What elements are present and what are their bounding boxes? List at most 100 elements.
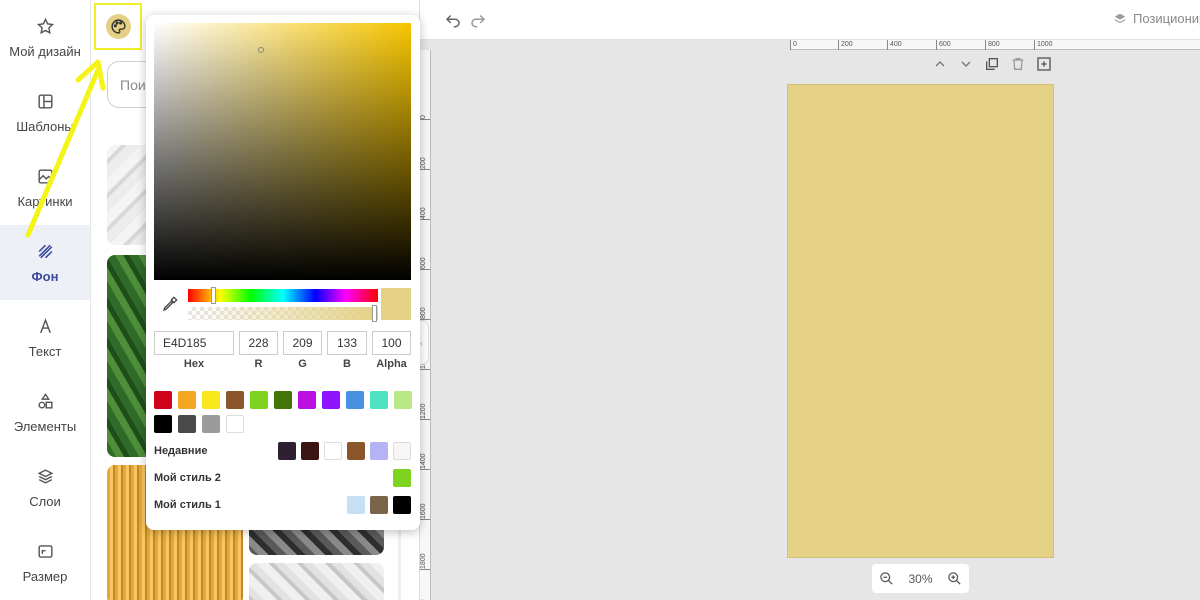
preset-color-swatch[interactable] xyxy=(226,391,244,409)
undo-icon[interactable] xyxy=(444,11,462,29)
layers-icon xyxy=(37,468,53,484)
recent-color-swatch[interactable] xyxy=(278,442,296,460)
preset-color-swatch[interactable] xyxy=(298,391,316,409)
zoom-out-icon[interactable] xyxy=(879,571,894,586)
ruler-tick: 800 xyxy=(985,40,1000,50)
move-down-icon[interactable] xyxy=(958,56,974,72)
preset-color-swatch[interactable] xyxy=(346,391,364,409)
color-palette-button[interactable] xyxy=(105,14,131,39)
my-style-2-swatch[interactable] xyxy=(393,469,411,487)
ruler-tick: 800 xyxy=(420,286,430,320)
my-style-2-label: Мой стиль 2 xyxy=(154,472,221,484)
recent-color-swatch[interactable] xyxy=(370,442,388,460)
b-input[interactable]: 133 xyxy=(327,331,367,355)
sidebar-item-elements[interactable]: Элементы xyxy=(0,375,90,450)
ruler-tick: 1600 xyxy=(420,486,430,520)
sidebar-item-label: Картинки xyxy=(17,193,73,209)
ruler-tick: 1400 xyxy=(420,436,430,470)
alpha-input[interactable]: 100 xyxy=(372,331,411,355)
sidebar-item-label: Слои xyxy=(29,493,61,509)
sidebar-item-label: Элементы xyxy=(13,418,77,434)
saturation-cursor[interactable] xyxy=(258,47,264,53)
delete-page-icon[interactable] xyxy=(1010,56,1026,72)
sidebar-item-background[interactable]: Фон xyxy=(0,225,90,300)
ruler-tick: 200 xyxy=(420,136,430,170)
sidebar-item-my-design[interactable]: Мой дизайн xyxy=(0,0,90,75)
star-icon xyxy=(36,17,54,34)
alpha-input-value: 100 xyxy=(381,336,402,350)
ruler-tick: 400 xyxy=(887,40,902,50)
duplicate-page-icon[interactable] xyxy=(984,56,1000,72)
hex-label: Hex xyxy=(183,358,205,370)
positioning-button[interactable]: Позиционир xyxy=(1113,11,1200,26)
positioning-label: Позиционир xyxy=(1133,11,1200,26)
r-input[interactable]: 228 xyxy=(239,331,278,355)
g-input[interactable]: 209 xyxy=(283,331,322,355)
preset-color-swatch[interactable] xyxy=(226,415,244,433)
redo-icon[interactable] xyxy=(469,11,487,29)
preset-color-swatch[interactable] xyxy=(202,415,220,433)
ruler-tick: 1800 xyxy=(420,536,430,570)
eyedropper-icon[interactable] xyxy=(162,296,178,312)
sidebar-item-label: Размер xyxy=(22,568,68,584)
my-style-1-label: Мой стиль 1 xyxy=(154,499,221,511)
hex-input[interactable]: E4D185 xyxy=(154,331,234,355)
preset-color-swatch[interactable] xyxy=(274,391,292,409)
add-page-icon[interactable] xyxy=(1036,56,1052,72)
zoom-in-icon[interactable] xyxy=(947,571,962,586)
text-icon xyxy=(39,317,51,333)
recent-color-swatch[interactable] xyxy=(347,442,365,460)
sidebar-item-size[interactable]: Размер xyxy=(0,525,90,600)
hex-input-value: E4D185 xyxy=(163,336,207,350)
my-style-1-swatch[interactable] xyxy=(393,496,411,514)
g-input-value: 209 xyxy=(292,336,313,350)
sidebar-item-layers[interactable]: Слои xyxy=(0,450,90,525)
ruler-tick: 2000 xyxy=(420,582,430,600)
b-input-value: 133 xyxy=(336,336,358,350)
preset-color-swatch[interactable] xyxy=(370,391,388,409)
canvas-workspace: 0 200 400 600 800 1000 0 200 400 600 800… xyxy=(420,40,1200,600)
hue-slider[interactable] xyxy=(188,287,378,304)
ruler-tick: 200 xyxy=(838,40,853,50)
sidebar-item-label: Мой дизайн xyxy=(9,43,81,59)
preset-color-swatch[interactable] xyxy=(202,391,220,409)
top-toolbar: Позиционир xyxy=(420,0,1200,40)
color-preview xyxy=(381,288,411,320)
preset-color-swatch[interactable] xyxy=(154,415,172,433)
r-input-value: 228 xyxy=(248,336,269,350)
saturation-value-area[interactable] xyxy=(154,23,411,280)
preset-color-swatch[interactable] xyxy=(394,391,412,409)
recent-color-swatch[interactable] xyxy=(324,442,342,460)
ruler-tick: 0 xyxy=(420,86,430,120)
background-thumbnail-cubes[interactable] xyxy=(249,563,384,600)
recent-color-swatch[interactable] xyxy=(393,442,411,460)
sidebar-item-label: Текст xyxy=(28,343,62,359)
alpha-slider-handle[interactable] xyxy=(372,305,377,322)
ruler-tick: 600 xyxy=(420,236,430,270)
preset-color-swatch[interactable] xyxy=(250,391,268,409)
resize-icon xyxy=(37,544,53,558)
recent-color-swatch[interactable] xyxy=(301,442,319,460)
sidebar-item-images[interactable]: Картинки xyxy=(0,150,90,225)
ruler-tick: 1000 xyxy=(1034,40,1053,50)
move-up-icon[interactable] xyxy=(932,56,948,72)
preset-color-swatch[interactable] xyxy=(178,415,196,433)
hue-slider-handle[interactable] xyxy=(211,287,216,304)
my-style-1-swatch[interactable] xyxy=(370,496,388,514)
preset-color-swatch[interactable] xyxy=(322,391,340,409)
ruler-tick: 0 xyxy=(790,40,797,50)
preset-color-swatch[interactable] xyxy=(154,391,172,409)
zoom-controls: 30% xyxy=(872,564,969,593)
design-canvas-page[interactable] xyxy=(787,84,1054,558)
ruler-tick: 600 xyxy=(936,40,951,50)
sidebar-item-label: Шаблоны xyxy=(16,118,74,134)
alpha-slider[interactable] xyxy=(188,305,378,322)
palette-icon xyxy=(110,19,126,34)
my-style-1-swatch[interactable] xyxy=(347,496,365,514)
preset-color-swatch[interactable] xyxy=(178,391,196,409)
sidebar-item-text[interactable]: Текст xyxy=(0,300,90,375)
image-icon xyxy=(37,168,53,184)
sidebar-item-templates[interactable]: Шаблоны xyxy=(0,75,90,150)
shapes-icon xyxy=(37,392,53,409)
color-picker-popup: E4D185 228 209 133 100 Hex R G B Alpha Н… xyxy=(146,15,420,530)
